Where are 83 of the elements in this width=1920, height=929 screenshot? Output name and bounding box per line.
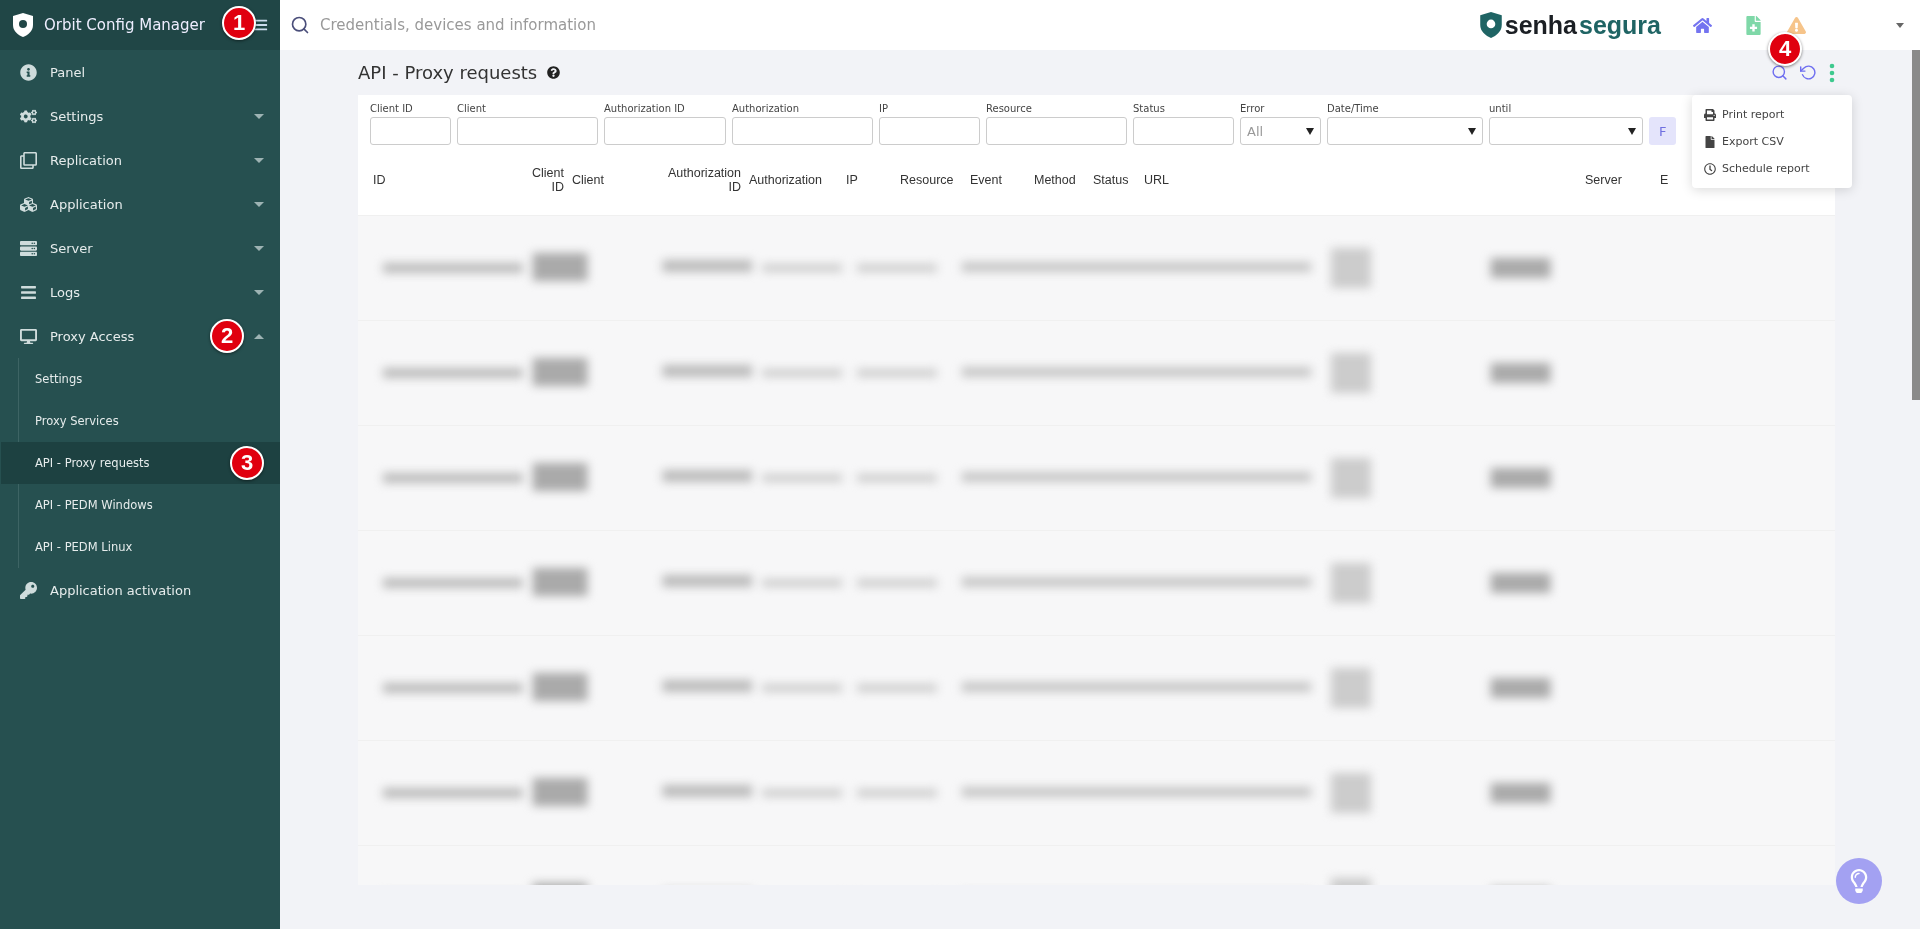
search-icon	[290, 15, 310, 35]
annotation-badge: 2	[210, 319, 244, 353]
caret-icon	[254, 201, 264, 207]
nav-subitem[interactable]: API - Proxy requests 3	[1, 442, 280, 484]
filter-select[interactable]	[1327, 117, 1483, 145]
filter-input[interactable]	[879, 117, 980, 145]
caret-icon[interactable]	[1896, 22, 1904, 28]
nav-item[interactable]: Proxy Access 2	[0, 314, 280, 358]
filter-label: Date/Time	[1327, 103, 1380, 114]
column-header[interactable]: ID	[373, 173, 519, 187]
help-icon[interactable]	[547, 66, 561, 79]
filter-input[interactable]	[732, 117, 873, 145]
refresh-icon[interactable]	[1800, 64, 1817, 81]
nav-item[interactable]: Settings	[0, 94, 280, 138]
column-header[interactable]: Client	[572, 173, 667, 187]
logo: senhasegura	[1478, 10, 1661, 40]
file-plus-icon[interactable]	[1744, 15, 1763, 35]
column-header[interactable]: Status	[1093, 173, 1144, 187]
nav-item[interactable]: Logs	[0, 270, 280, 314]
menu-item-icon	[1704, 162, 1716, 175]
column-header[interactable]: Resource	[900, 173, 970, 187]
column-header[interactable]: Server	[1585, 173, 1660, 187]
page-title: API - Proxy requests	[358, 62, 538, 83]
nav-icon	[18, 63, 38, 81]
filter-label: Resource	[986, 103, 1033, 114]
nav-item[interactable]: Application	[0, 182, 280, 226]
nav-icon	[18, 283, 38, 301]
filter-label: Client	[457, 103, 487, 114]
nav-icon	[18, 581, 38, 599]
nav-icon	[18, 195, 38, 213]
filter-select[interactable]	[1489, 117, 1643, 145]
caret-icon	[254, 289, 264, 295]
nav-subitem[interactable]: Settings	[1, 358, 280, 400]
filter-input[interactable]	[457, 117, 598, 145]
column-header[interactable]: URL	[1144, 173, 1585, 187]
nav-subitem[interactable]: Proxy Services	[1, 400, 280, 442]
column-header[interactable]: Client ID	[519, 166, 572, 194]
caret-icon	[254, 245, 264, 251]
caret-icon	[254, 333, 264, 339]
column-header[interactable]: Authorization ID	[667, 166, 749, 194]
nav-icon	[18, 239, 38, 257]
filter-input[interactable]	[986, 117, 1127, 145]
filter-label: Authorization	[732, 103, 800, 114]
nav-subitem[interactable]: API - PEDM Windows	[1, 484, 280, 526]
filter-label: Status	[1133, 103, 1166, 114]
column-header[interactable]: Authorization	[749, 173, 846, 187]
filter-label: Authorization ID	[604, 103, 686, 114]
caret-icon	[254, 113, 264, 119]
nav-icon	[18, 327, 38, 345]
filter-input[interactable]	[1133, 117, 1234, 145]
search-icon[interactable]	[1771, 64, 1788, 81]
annotation-badge: 4	[1768, 32, 1802, 66]
filter-input[interactable]	[604, 117, 726, 145]
menu-item-icon	[1704, 108, 1716, 121]
nav-icon	[18, 107, 38, 125]
help-button[interactable]	[1836, 858, 1882, 904]
filter-label: Client ID	[370, 103, 414, 114]
menu-icon[interactable]	[254, 18, 268, 32]
annotation-badge: 3	[230, 446, 264, 480]
menu-item-icon	[1704, 135, 1716, 148]
home-icon[interactable]	[1693, 15, 1712, 35]
filter-label: Error	[1240, 103, 1266, 114]
nav-item[interactable]: Panel	[0, 50, 280, 94]
nav-item[interactable]: Server	[0, 226, 280, 270]
column-header[interactable]: Event	[970, 173, 1034, 187]
filter-input[interactable]	[370, 117, 451, 145]
filter-label: IP	[879, 103, 889, 114]
nav-icon	[18, 151, 38, 169]
menu-item[interactable]: Export CSV	[1692, 128, 1852, 155]
caret-icon	[254, 157, 264, 163]
nav-item[interactable]: Application activation	[0, 568, 280, 612]
menu-item[interactable]: Schedule report	[1692, 155, 1852, 182]
nav-subitem[interactable]: API - PEDM Linux	[1, 526, 280, 568]
annotation-badge: 1	[222, 6, 256, 40]
kebab-menu-icon[interactable]	[1829, 62, 1835, 83]
app-title: Orbit Config Manager	[44, 16, 205, 34]
column-header[interactable]: Method	[1034, 173, 1093, 187]
filter-label: until	[1489, 103, 1513, 114]
column-header[interactable]: IP	[846, 173, 900, 187]
nav-item[interactable]: Replication	[0, 138, 280, 182]
menu-item[interactable]: Print report	[1692, 101, 1852, 128]
shield-icon	[12, 12, 34, 38]
warning-icon[interactable]	[1787, 15, 1806, 35]
